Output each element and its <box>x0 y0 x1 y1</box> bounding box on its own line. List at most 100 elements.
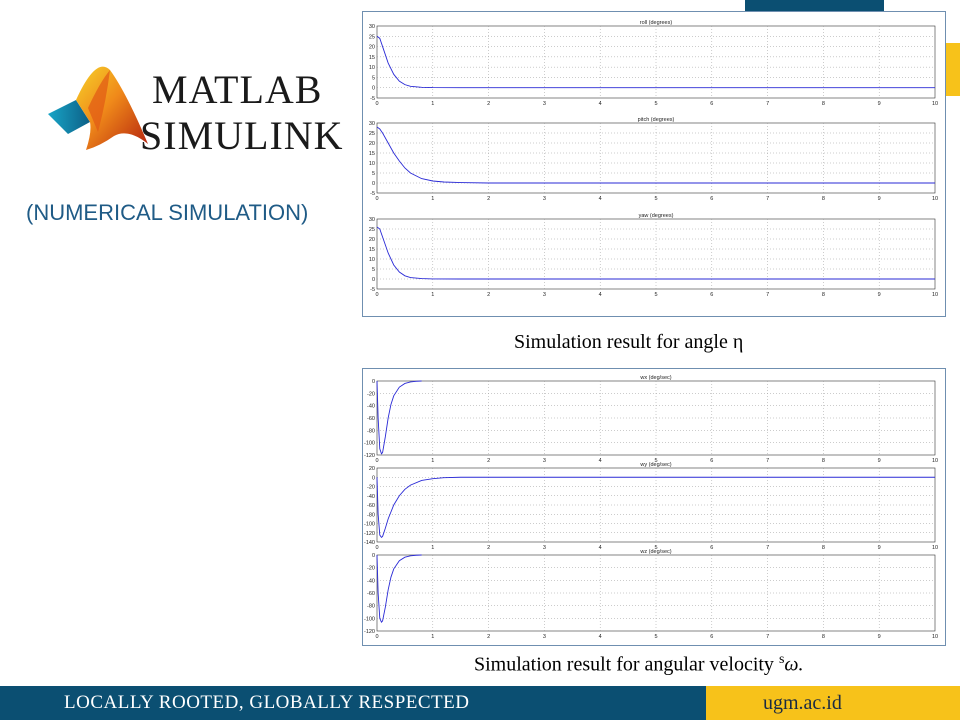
y-tick-label: 25 <box>369 131 375 137</box>
y-tick-label: -20 <box>367 566 375 572</box>
x-tick-label: 4 <box>599 101 602 107</box>
x-tick-label: 2 <box>487 458 490 464</box>
x-tick-label: 0 <box>375 458 378 464</box>
angle-figure: 0 1 2 3 4 5 6 7 8 9 10 30 25 20 15 10 5 0 -5 roll (degrees)… <box>362 11 946 317</box>
x-tick-label: 8 <box>822 292 825 298</box>
x-tick-label: 2 <box>487 292 490 298</box>
y-tick-label: -120 <box>364 531 375 537</box>
y-tick-label: -60 <box>367 591 375 597</box>
x-tick-label: 3 <box>543 458 546 464</box>
x-tick-label: 6 <box>710 196 713 202</box>
y-tick-label: 0 <box>372 379 375 385</box>
x-tick-label: 8 <box>822 196 825 202</box>
y-tick-label: 30 <box>369 24 375 30</box>
y-tick-label: 30 <box>369 121 375 127</box>
yaw-subplot: 0 1 2 3 4 5 6 7 8 9 10302520151050-5yaw (degrees) <box>369 213 938 298</box>
footer-bar: LOCALLY ROOTED, GLOBALLY RESPECTED <box>0 686 706 720</box>
y-tick-label: 20 <box>369 237 375 243</box>
angular-velocity-figure: 0 1 2 3 4 5 6 7 8 9 10 0 -20 -40 -60 -80 -100 -120 wx (deg… <box>362 368 946 646</box>
subplot-title: pitch (degrees) <box>638 117 675 123</box>
y-tick-label: 15 <box>369 151 375 157</box>
logo-text-matlab: MATLAB <box>152 67 323 112</box>
y-tick-label: -60 <box>367 503 375 509</box>
y-tick-label: 20 <box>369 141 375 147</box>
y-tick-label: -5 <box>370 96 375 102</box>
y-tick-label: 5 <box>372 75 375 81</box>
x-tick-label: 3 <box>543 196 546 202</box>
subplot-title: wx (deg/sec) <box>639 375 671 381</box>
x-tick-label: 1 <box>431 458 434 464</box>
x-tick-label: 3 <box>543 545 546 551</box>
y-tick-label: 10 <box>369 257 375 263</box>
x-tick-label: 5 <box>654 634 657 640</box>
y-tick-label: -40 <box>367 404 375 410</box>
x-tick-label: 8 <box>822 101 825 107</box>
y-tick-label: 0 <box>372 277 375 283</box>
wx-subplot: 0 1 2 3 4 5 6 7 8 9 100-20-40-60-80-100-120wx (deg… <box>364 375 938 464</box>
x-tick-label: 2 <box>487 101 490 107</box>
x-tick-label: 9 <box>878 292 881 298</box>
y-tick-label: -20 <box>367 391 375 397</box>
y-tick-label: -80 <box>367 428 375 434</box>
x-tick-label: 4 <box>599 196 602 202</box>
x-tick-label: 10 <box>932 545 938 551</box>
y-tick-label: 5 <box>372 267 375 273</box>
subplot-title: yaw (degrees) <box>639 213 674 219</box>
footer-url-link[interactable]: ugm.ac.id <box>763 692 842 715</box>
x-tick-label: 6 <box>710 101 713 107</box>
y-tick-label: 10 <box>369 161 375 167</box>
side-accent-tab <box>946 43 960 96</box>
y-tick-label: 0 <box>372 86 375 92</box>
x-tick-label: 1 <box>431 634 434 640</box>
x-tick-label: 2 <box>487 545 490 551</box>
x-tick-label: 3 <box>543 292 546 298</box>
x-tick-label: 0 <box>375 634 378 640</box>
x-tick-label: 1 <box>431 545 434 551</box>
footer-motto: LOCALLY ROOTED, GLOBALLY RESPECTED <box>64 692 470 713</box>
x-tick-label: 10 <box>932 292 938 298</box>
x-tick-label: 10 <box>932 634 938 640</box>
angular-velocity-caption: Simulation result for angular velocity s… <box>474 652 804 677</box>
x-tick-label: 7 <box>766 545 769 551</box>
x-tick-label: 10 <box>932 196 938 202</box>
y-tick-label: -100 <box>364 441 375 447</box>
x-tick-label: 1 <box>431 292 434 298</box>
angle-figure-plots: 0 1 2 3 4 5 6 7 8 9 10302520151050-5roll (degrees)… <box>369 20 938 298</box>
pitch-subplot: 0 1 2 3 4 5 6 7 8 9 10302520151050-5pitch (degrees… <box>369 117 938 202</box>
y-tick-label: 30 <box>369 217 375 223</box>
x-tick-label: 2 <box>487 634 490 640</box>
x-tick-label: 8 <box>822 545 825 551</box>
x-tick-label: 4 <box>599 545 602 551</box>
subplot-title: roll (degrees) <box>640 20 673 26</box>
y-tick-label: 0 <box>372 181 375 187</box>
x-tick-label: 9 <box>878 101 881 107</box>
angle-caption: Simulation result for angle η <box>514 331 744 353</box>
x-tick-label: 0 <box>375 101 378 107</box>
x-tick-label: 3 <box>543 101 546 107</box>
y-tick-label: 10 <box>369 65 375 71</box>
x-tick-label: 6 <box>710 292 713 298</box>
x-tick-label: 4 <box>599 292 602 298</box>
x-tick-label: 1 <box>431 101 434 107</box>
y-tick-label: -120 <box>364 453 375 459</box>
y-tick-label: 20 <box>369 45 375 51</box>
footer-url-box: ugm.ac.id <box>706 686 960 720</box>
x-tick-label: 4 <box>599 458 602 464</box>
y-tick-label: -80 <box>367 512 375 518</box>
x-tick-label: 8 <box>822 634 825 640</box>
y-tick-label: -100 <box>364 522 375 528</box>
x-tick-label: 7 <box>766 101 769 107</box>
y-tick-label: 25 <box>369 227 375 233</box>
y-tick-label: -80 <box>367 604 375 610</box>
y-tick-label: 0 <box>372 475 375 481</box>
x-tick-label: 9 <box>878 458 881 464</box>
y-tick-label: -120 <box>364 629 375 635</box>
logo-text-simulink: SIMULINK <box>140 113 344 158</box>
roll-subplot: 0 1 2 3 4 5 6 7 8 9 10302520151050-5roll (degrees) <box>369 20 938 107</box>
wy-subplot: 0 1 2 3 4 5 6 7 8 9 10200-20-40-60-80-100-120-140w… <box>364 462 938 551</box>
y-tick-label: -140 <box>364 540 375 546</box>
omega-symbol: ω. <box>784 653 804 676</box>
x-tick-label: 10 <box>932 458 938 464</box>
y-tick-label: -60 <box>367 416 375 422</box>
x-tick-label: 10 <box>932 101 938 107</box>
